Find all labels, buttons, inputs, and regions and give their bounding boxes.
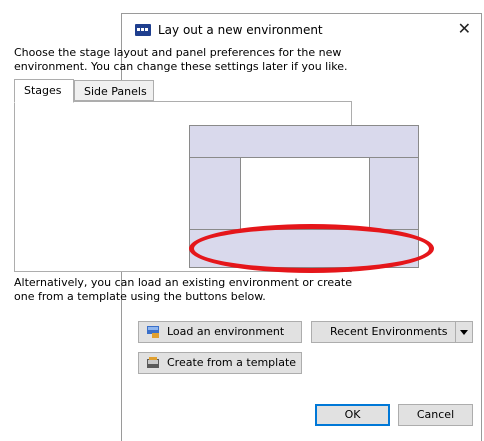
create-from-template-label: Create from a template — [167, 356, 297, 369]
dialog-description: Choose the stage layout and panel prefer… — [14, 46, 348, 73]
chevron-down-icon[interactable] — [455, 322, 472, 342]
tab-side-panels-label: Side Panels — [84, 85, 147, 98]
title-bar: Lay out a new environment ✕ — [122, 14, 481, 46]
create-from-template-button[interactable]: Create from a template — [138, 352, 302, 374]
tab-stages[interactable]: Stages — [14, 79, 74, 103]
recent-environments-label: Recent Environments — [330, 325, 448, 338]
close-icon[interactable]: ✕ — [458, 19, 471, 39]
alternative-text: Alternatively, you can load an existing … — [14, 276, 352, 303]
cancel-label: Cancel — [416, 408, 455, 421]
annotation-ring — [189, 224, 434, 273]
app-window-icon — [135, 24, 151, 36]
tab-stages-label: Stages — [24, 84, 62, 97]
stage-left[interactable] — [189, 157, 241, 230]
stage-top[interactable] — [189, 125, 419, 158]
cancel-button[interactable]: Cancel — [398, 404, 473, 426]
dialog-title: Lay out a new environment — [158, 23, 323, 37]
recent-environments-button[interactable]: Recent Environments — [311, 321, 473, 343]
ok-label: OK — [344, 408, 361, 421]
load-environment-label: Load an environment — [167, 325, 285, 338]
ok-button[interactable]: OK — [315, 404, 390, 426]
stage-right[interactable] — [369, 157, 419, 230]
load-environment-button[interactable]: Load an environment — [138, 321, 302, 343]
load-environment-icon — [147, 326, 159, 338]
tab-side-panels[interactable]: Side Panels — [74, 80, 154, 101]
stage-center[interactable] — [240, 157, 370, 230]
template-icon — [147, 357, 159, 368]
